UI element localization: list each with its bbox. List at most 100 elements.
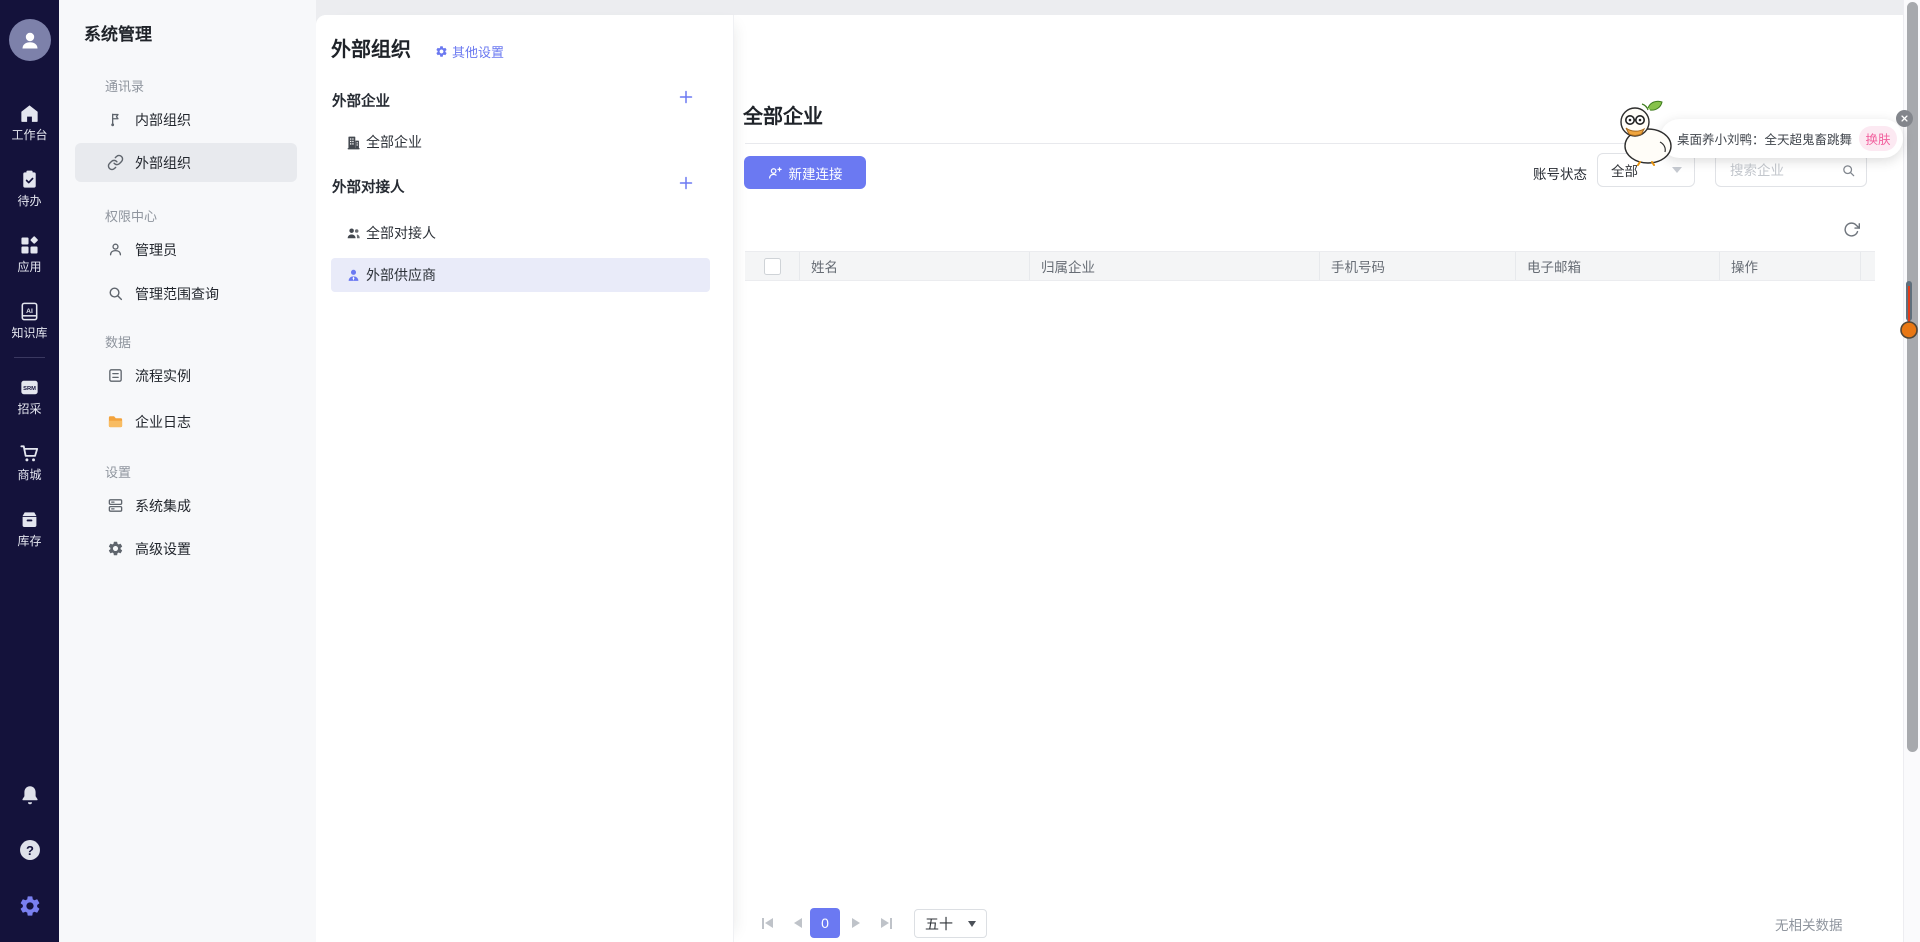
sidebar-item-admins[interactable]: 管理员 bbox=[75, 230, 297, 269]
settings-button[interactable] bbox=[0, 894, 59, 918]
rail-item-todo[interactable]: 待办 bbox=[0, 168, 59, 207]
folder-icon bbox=[107, 413, 124, 430]
other-settings-link[interactable]: 其他设置 bbox=[435, 42, 504, 61]
search-input[interactable] bbox=[1728, 162, 1835, 179]
clipboard-check-icon bbox=[18, 168, 41, 191]
scrollbar-track[interactable] bbox=[1903, 0, 1920, 942]
sidebar-item-label: 企业日志 bbox=[135, 412, 191, 432]
apps-grid-icon bbox=[18, 234, 41, 257]
pet-duck-image[interactable] bbox=[1608, 98, 1682, 166]
group-header-external-contacts: 外部对接人 bbox=[332, 176, 405, 197]
rail-item-knowledge[interactable]: AI 知识库 bbox=[0, 300, 59, 339]
header-cell-actions: 操作 bbox=[1720, 252, 1861, 280]
rail-item-label: 库存 bbox=[17, 535, 41, 547]
sidebar-item-process-instances[interactable]: 流程实例 bbox=[75, 356, 297, 395]
other-settings-label: 其他设置 bbox=[452, 42, 504, 61]
avatar[interactable] bbox=[9, 19, 51, 61]
section-label-permissions: 权限中心 bbox=[105, 206, 157, 225]
sidebar-item-label: 管理员 bbox=[135, 240, 177, 260]
tree-item-external-suppliers[interactable]: 外部供应商 bbox=[331, 258, 710, 292]
rail-item-label: 应用 bbox=[17, 261, 41, 273]
prev-page-button[interactable] bbox=[794, 917, 802, 929]
sidebar-item-advanced-settings[interactable]: 高级设置 bbox=[75, 529, 297, 568]
header-cell-phone: 手机号码 bbox=[1320, 252, 1516, 280]
rail-item-apps[interactable]: 应用 bbox=[0, 234, 59, 273]
close-icon bbox=[1900, 114, 1909, 123]
header-cell-email: 电子邮箱 bbox=[1516, 252, 1720, 280]
chevron-down-icon bbox=[1672, 167, 1682, 173]
rail-item-label: 招采 bbox=[17, 403, 41, 415]
svg-text:SRM: SRM bbox=[23, 386, 36, 392]
account-status-label: 账号状态 bbox=[1533, 163, 1587, 183]
tree-item-all-contacts[interactable]: 全部对接人 bbox=[331, 216, 710, 250]
archive-box-icon bbox=[18, 508, 41, 531]
page-size-select[interactable]: 五十 bbox=[914, 909, 987, 938]
section-label-contacts: 通讯录 bbox=[105, 76, 144, 95]
org-flag-icon bbox=[107, 111, 124, 128]
bell-icon bbox=[18, 783, 42, 807]
sidebar-item-internal-org[interactable]: 内部组织 bbox=[75, 100, 297, 139]
page-title: 全部企业 bbox=[743, 100, 823, 129]
rail-item-mall[interactable]: 商城 bbox=[0, 442, 59, 481]
rail-item-inventory[interactable]: 库存 bbox=[0, 508, 59, 547]
rail-item-workbench[interactable]: 工作台 bbox=[0, 102, 59, 141]
pet-banner[interactable]: 桌面养小刘鸭：全天超鬼畜跳舞 换肤 bbox=[1660, 119, 1903, 158]
rail-item-label: 商城 bbox=[17, 469, 41, 481]
building-icon bbox=[346, 135, 361, 150]
user-icon bbox=[18, 28, 42, 52]
tree-item-all-companies[interactable]: 全部企业 bbox=[331, 125, 710, 159]
tree-item-label: 全部对接人 bbox=[366, 223, 436, 243]
chevron-right-icon bbox=[852, 918, 860, 928]
next-page-button[interactable] bbox=[852, 917, 860, 929]
header-cell-name: 姓名 bbox=[800, 252, 1030, 280]
link-icon bbox=[107, 154, 124, 171]
server-icon bbox=[107, 497, 124, 514]
panel-title: 外部组织 bbox=[331, 33, 411, 62]
sidebar-item-system-integration[interactable]: 系统集成 bbox=[75, 486, 297, 525]
svg-text:AI: AI bbox=[26, 308, 33, 315]
svg-text:?: ? bbox=[26, 843, 34, 858]
help-button[interactable]: ? bbox=[0, 837, 59, 863]
change-skin-button[interactable]: 换肤 bbox=[1859, 126, 1897, 151]
gear-icon bbox=[435, 45, 448, 58]
section-label-data: 数据 bbox=[105, 332, 131, 351]
select-all-checkbox[interactable] bbox=[764, 258, 781, 275]
document-icon bbox=[107, 367, 124, 384]
page-size-value: 五十 bbox=[925, 914, 953, 934]
user-icon bbox=[107, 241, 124, 258]
last-page-button[interactable] bbox=[881, 917, 893, 929]
add-contact-button plus-icon[interactable] bbox=[678, 175, 694, 191]
user-plus-icon bbox=[768, 165, 783, 180]
header-cell-company: 归属企业 bbox=[1030, 252, 1320, 280]
close-widget-button[interactable] bbox=[1896, 110, 1913, 127]
notifications-button[interactable] bbox=[0, 783, 59, 807]
first-page-button[interactable] bbox=[761, 917, 773, 929]
header-cell-gutter bbox=[1861, 252, 1875, 280]
sidebar-item-external-org[interactable]: 外部组织 bbox=[75, 143, 297, 182]
add-company-button plus-icon[interactable] bbox=[678, 89, 694, 105]
section-label-settings: 设置 bbox=[105, 462, 131, 481]
refresh-icon[interactable] bbox=[1843, 221, 1860, 238]
search-icon[interactable] bbox=[1841, 163, 1856, 178]
group-header-external-companies: 外部企业 bbox=[332, 90, 390, 111]
bar-glyph bbox=[762, 918, 764, 929]
chevron-left-icon bbox=[794, 918, 802, 928]
rail-divider bbox=[14, 357, 45, 358]
app-rail: 工作台 待办 应用 AI 知识库 SRM 招采 商城 bbox=[0, 0, 59, 942]
header-cell-checkbox bbox=[745, 252, 800, 280]
chevron-left-icon bbox=[765, 918, 773, 928]
ai-book-icon: AI bbox=[18, 300, 41, 323]
bar-glyph bbox=[890, 918, 892, 929]
sidebar-item-label: 流程实例 bbox=[135, 366, 191, 386]
sidebar-item-enterprise-logs[interactable]: 企业日志 bbox=[75, 402, 297, 441]
rail-item-srm[interactable]: SRM 招采 bbox=[0, 376, 59, 415]
sidebar-item-scope-query[interactable]: 管理范围查询 bbox=[75, 274, 297, 313]
chevron-right-icon bbox=[881, 918, 889, 928]
table-header: 姓名 归属企业 手机号码 电子邮箱 操作 bbox=[745, 251, 1875, 281]
settings-sidebar: 系统管理 通讯录 内部组织 外部组织 权限中心 管理员 管理范围查询 数据 流程… bbox=[59, 0, 316, 942]
rail-item-label: 待办 bbox=[17, 195, 41, 207]
empty-data-text: 无相关数据 bbox=[1775, 914, 1843, 934]
sidebar-item-label: 管理范围查询 bbox=[135, 284, 219, 304]
current-page-indicator[interactable]: 0 bbox=[810, 908, 840, 938]
new-connection-button[interactable]: 新建连接 bbox=[744, 156, 866, 189]
